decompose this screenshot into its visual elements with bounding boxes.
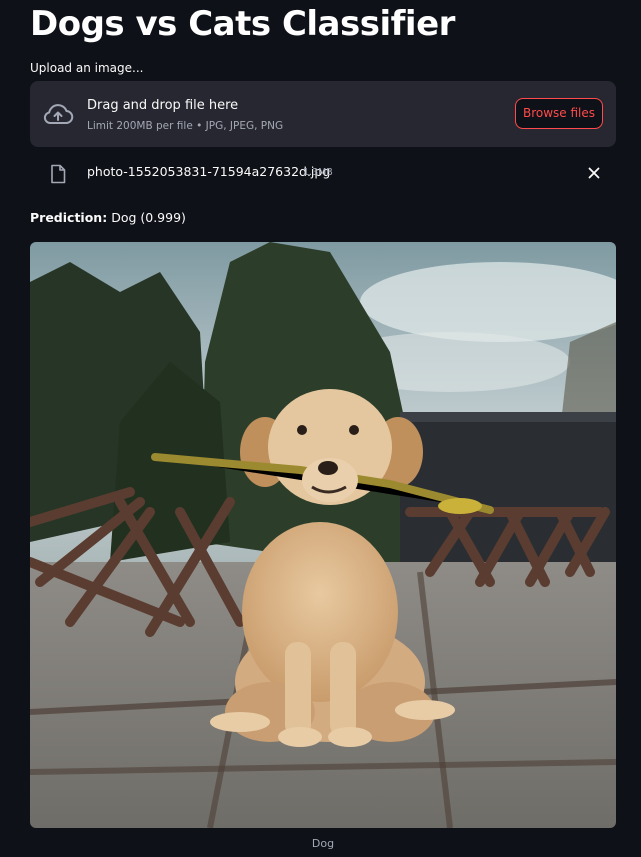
uploaded-file-name: photo-1552053831-71594a27632d.jpg <box>87 164 331 179</box>
close-icon[interactable] <box>586 165 602 181</box>
cloud-upload-icon <box>43 104 74 124</box>
uploaded-file-row: photo-1552053831-71594a27632d.jpg 1.3MB <box>30 155 616 191</box>
file-dropzone[interactable]: Drag and drop file here Limit 200MB per … <box>30 81 616 147</box>
image-caption: Dog <box>311 837 335 850</box>
uploaded-image <box>30 242 616 828</box>
prediction-result: Prediction: Dog (0.999) <box>30 209 186 227</box>
dropzone-subtitle: Limit 200MB per file • JPG, JPEG, PNG <box>87 120 284 132</box>
prediction-label: Prediction: <box>30 210 108 225</box>
page-title: Dogs vs Cats Classifier <box>30 4 455 44</box>
app-page: Dogs vs Cats Classifier Upload an image.… <box>0 0 641 857</box>
dropzone-title: Drag and drop file here <box>87 98 239 113</box>
file-icon <box>51 164 66 184</box>
browse-files-button[interactable]: Browse files <box>515 98 603 129</box>
upload-label: Upload an image... <box>30 61 144 75</box>
dog-photo <box>30 242 616 828</box>
uploaded-file-size: 1.3MB <box>303 167 333 178</box>
prediction-value: Dog (0.999) <box>111 210 186 225</box>
